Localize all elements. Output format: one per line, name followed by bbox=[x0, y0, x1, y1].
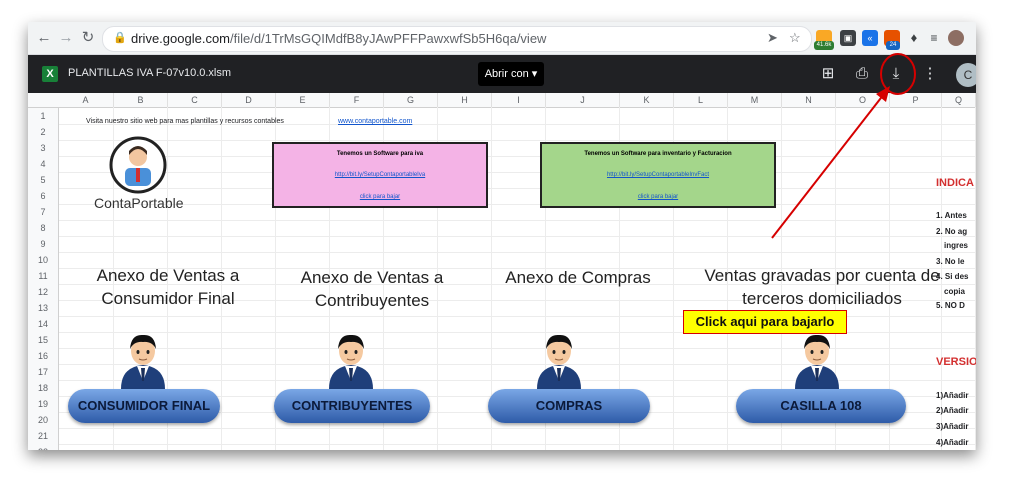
callout-arrow-line bbox=[771, 93, 885, 239]
download-highlight-circle bbox=[880, 53, 916, 95]
screenshot-frame: ← → ↻ 🔒 drive.google.com/file/d/1TrMsGQI… bbox=[28, 22, 976, 450]
annotation-overlay bbox=[771, 53, 916, 239]
callout-arrow-head bbox=[876, 86, 890, 102]
